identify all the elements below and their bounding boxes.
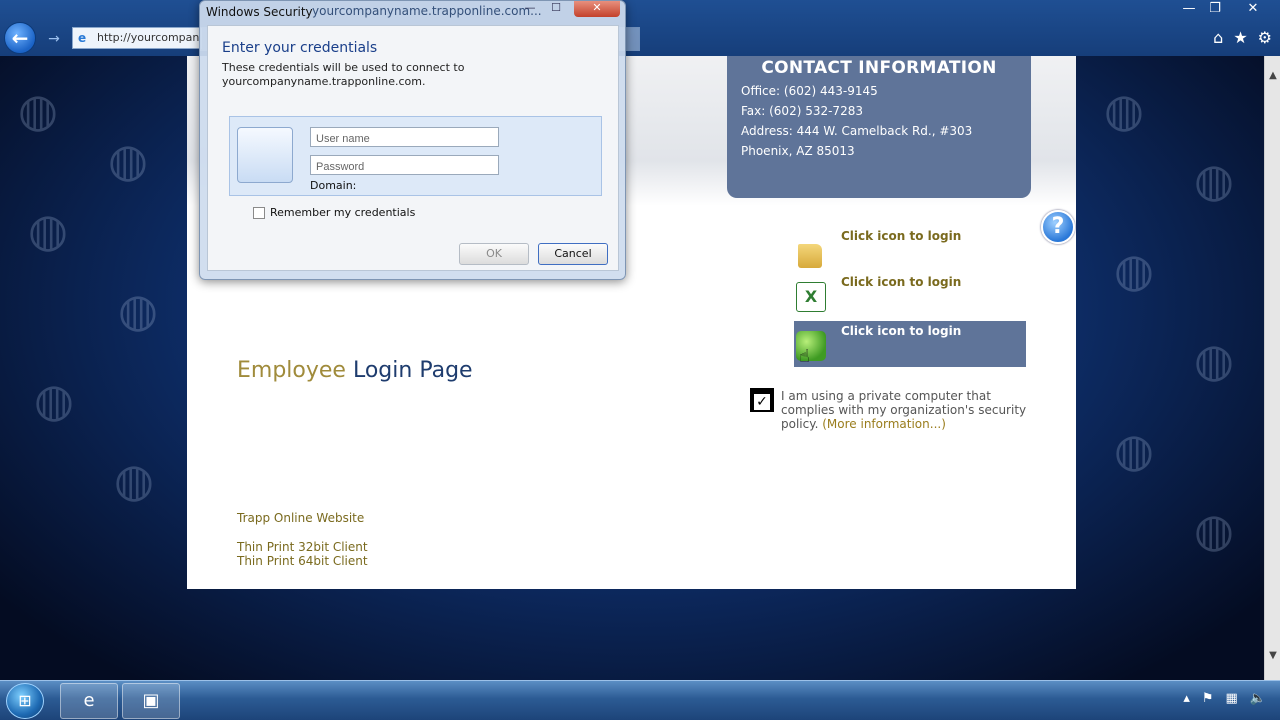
login-option-3[interactable]: Click icon to login (794, 321, 1026, 367)
policy-text: I am using a private computer that compl… (781, 389, 1031, 431)
login-label[interactable]: Click icon to login (841, 324, 961, 338)
back-arrow-icon[interactable]: ← (4, 22, 36, 54)
globe-pattern-icon: ◍ (27, 203, 69, 257)
action-center-flag-icon[interactable]: ⚑ (1202, 691, 1214, 706)
user-avatar-icon (237, 127, 293, 183)
credential-tile[interactable]: Domain: (229, 116, 602, 196)
home-icon[interactable]: ⌂ (1213, 28, 1223, 47)
contact-office: Office: (602) 443-9145 (741, 84, 878, 98)
dialog-body: Enter your credentials These credentials… (207, 25, 619, 271)
remember-checkbox[interactable] (253, 206, 265, 219)
minimize-window-icon[interactable]: — (1176, 0, 1202, 20)
ok-button[interactable]: OK (459, 243, 529, 265)
globe-pattern-icon: ◍ (117, 283, 159, 337)
page-title: Employee Login Page (237, 358, 473, 383)
favorites-star-icon[interactable]: ★ (1233, 28, 1247, 47)
contact-information-panel: CONTACT INFORMATION Office: (602) 443-91… (727, 56, 1031, 198)
private-computer-checkbox[interactable]: ✓ (750, 388, 774, 412)
gear-icon[interactable]: ⚙ (1258, 28, 1272, 47)
address-url: http://yourcompan (97, 31, 200, 44)
login-option-1[interactable]: Click icon to login (794, 226, 1026, 272)
thinprint-64bit-link[interactable]: Thin Print 64bit Client (237, 554, 368, 568)
taskbar: ⊞ e ▣ ▴ ⚑ ▦ 🔈 (0, 680, 1280, 720)
thinprint-32bit-link[interactable]: Thin Print 32bit Client (237, 540, 368, 554)
trapp-online-website-link[interactable]: Trapp Online Website (237, 511, 364, 525)
vertical-scrollbar[interactable]: ▲ ▼ (1264, 56, 1280, 680)
more-information-link[interactable]: (More information...) (822, 417, 946, 431)
credentials-description: These credentials will be used to connec… (222, 61, 522, 89)
windows-security-dialog: Windows Security yourcompanyname.trappon… (199, 0, 626, 280)
scroll-down-icon[interactable]: ▼ (1267, 650, 1279, 664)
scroll-up-icon[interactable]: ▲ (1267, 70, 1279, 84)
password-input[interactable] (310, 155, 499, 175)
globe-pattern-icon: ◍ (1193, 503, 1235, 557)
cancel-button[interactable]: Cancel (538, 243, 608, 265)
globe-pattern-icon: ◍ (1113, 423, 1155, 477)
windows-start-icon[interactable]: ⊞ (6, 683, 44, 719)
dialog-maximize-icon[interactable]: ☐ (544, 1, 568, 17)
ie-favicon-icon: e (78, 31, 87, 45)
page-title-part1: Employee (237, 358, 346, 383)
system-tray: ▴ ⚑ ▦ 🔈 (1183, 691, 1266, 706)
credentials-heading: Enter your credentials (222, 40, 378, 56)
contact-title: CONTACT INFORMATION (761, 58, 997, 78)
hand-cursor-icon: ☝ (799, 346, 810, 367)
remote-desktop-icon[interactable]: ▣ (122, 683, 180, 719)
forward-arrow-icon[interactable]: → (42, 28, 66, 50)
globe-pattern-icon: ◍ (107, 133, 149, 187)
network-icon[interactable]: ▦ (1226, 691, 1238, 706)
excel-icon[interactable]: X (796, 282, 826, 312)
tray-up-arrow-icon[interactable]: ▴ (1183, 691, 1190, 706)
dialog-minimize-icon[interactable]: — (518, 1, 542, 17)
login-label[interactable]: Click icon to login (841, 275, 961, 289)
dialog-close-icon[interactable]: ✕ (574, 1, 620, 17)
globe-pattern-icon: ◍ (33, 373, 75, 427)
restore-window-icon[interactable]: ❐ (1202, 0, 1228, 20)
toolbar-icons: ⌂ ★ ⚙ (1213, 28, 1272, 47)
help-question-icon[interactable]: ? (1041, 210, 1075, 244)
globe-pattern-icon: ◍ (1193, 153, 1235, 207)
globe-pattern-icon: ◍ (17, 83, 59, 137)
close-window-icon[interactable]: ✕ (1240, 0, 1266, 20)
login-option-2[interactable]: X Click icon to login (794, 272, 1026, 318)
browser-chrome: — ❐ ✕ ← → e http://yourcompan ⌂ ★ ⚙ (0, 0, 1280, 56)
username-input[interactable] (310, 127, 499, 147)
dialog-title-url: yourcompanyname.trapponline.com... (312, 4, 542, 18)
globe-pattern-icon: ◍ (1113, 243, 1155, 297)
contact-city: Phoenix, AZ 85013 (741, 144, 855, 158)
page-title-part2: Login Page (352, 358, 473, 383)
dialog-title: Windows Security (206, 5, 313, 19)
remember-label: Remember my credentials (270, 206, 416, 219)
folder-icon[interactable] (798, 244, 822, 268)
contact-address: Address: 444 W. Camelback Rd., #303 (741, 124, 973, 138)
globe-pattern-icon: ◍ (1193, 333, 1235, 387)
volume-icon[interactable]: 🔈 (1250, 691, 1266, 706)
globe-pattern-icon: ◍ (1103, 83, 1145, 137)
credentials-description-line1: These credentials will be used to connec… (222, 61, 465, 74)
address-bar[interactable]: e http://yourcompan (72, 27, 202, 49)
credentials-description-line2: yourcompanyname.trapponline.com. (222, 75, 426, 88)
remember-credentials[interactable]: Remember my credentials (253, 206, 415, 219)
globe-pattern-icon: ◍ (113, 453, 155, 507)
login-label[interactable]: Click icon to login (841, 229, 961, 243)
contact-fax: Fax: (602) 532-7283 (741, 104, 863, 118)
internet-explorer-icon[interactable]: e (60, 683, 118, 719)
domain-label: Domain: (310, 179, 357, 192)
